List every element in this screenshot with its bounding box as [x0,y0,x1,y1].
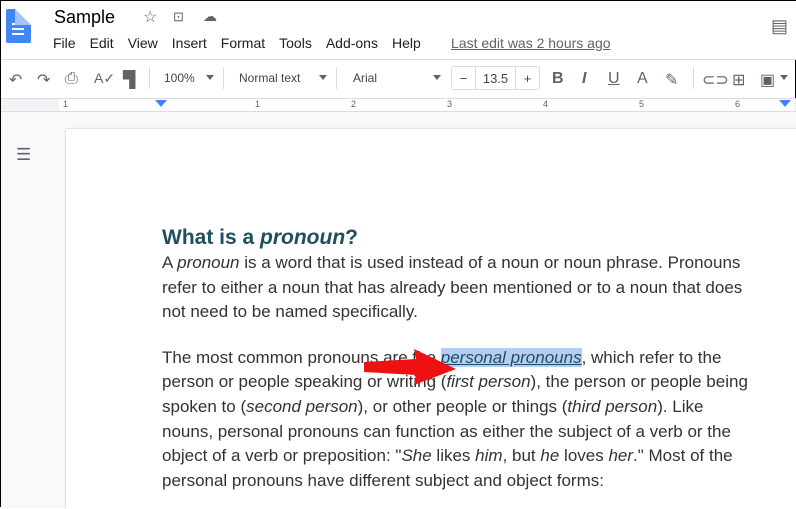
divider [693,67,694,89]
ruler-number: 2 [351,99,357,109]
ruler-number: 1 [63,99,69,109]
text-run: pronoun [177,253,240,272]
menu-help[interactable]: Help [392,35,421,51]
text-run: personal pronouns have different subject… [162,470,604,490]
document-body[interactable]: What is a pronoun? A pronoun is a word t… [162,225,787,493]
text-run: pronoun [260,226,346,249]
highlight-icon[interactable]: ✎ [665,70,678,90]
decrease-font-size-button[interactable]: − [452,67,476,89]
text-run: third person [567,396,658,416]
menu-addons[interactable]: Add-ons [326,35,378,51]
menu-format[interactable]: Format [221,35,265,51]
menu-bar: File Edit View Insert Format Tools Add-o… [53,35,435,51]
text-run: her [608,446,634,466]
text-line: spoken to (second person), or other peop… [162,395,787,420]
ruler-number: 1 [255,99,261,109]
menu-insert[interactable]: Insert [172,35,207,51]
menu-file[interactable]: File [53,35,76,51]
text-line: not need to be named specifically. [162,300,787,325]
redo-icon[interactable]: ↷ [37,70,50,90]
chevron-down-icon [433,75,441,80]
italic-button[interactable]: I [582,70,586,88]
right-indent-marker-icon[interactable] [779,100,791,107]
font-size-input[interactable]: 13.5 [476,67,516,89]
menu-tools[interactable]: Tools [279,35,312,51]
text-run: him [475,446,503,466]
text-run: She [401,446,432,466]
text-line: nouns, personal pronouns can function as… [162,420,787,445]
chevron-down-icon [780,75,788,80]
text-run: ). Like [657,396,704,416]
text-run: , which refer to the [581,347,722,367]
text-line: The most common pronouns are the persona… [162,346,787,371]
text-run: not need to be named specifically. [162,302,418,322]
paint-format-icon[interactable]: ▜ [123,70,135,90]
divider [149,67,150,89]
text-run: nouns, personal pronouns can function as… [162,421,731,441]
ruler-number: 4 [543,99,549,109]
cloud-saved-icon[interactable]: ☁ [203,8,217,25]
document-title[interactable]: Sample [54,7,115,28]
add-comment-icon[interactable]: ⊞ [732,70,745,90]
text-line: person or people speaking or writing (fi… [162,370,787,395]
move-folder-icon[interactable]: ⊡ [173,9,184,25]
text-run: first person [446,372,531,392]
document-heading: What is a pronoun? [162,225,787,251]
text-line: A pronoun is a word that is used instead… [162,251,787,276]
text-run: he [540,446,560,466]
document-outline-icon[interactable]: ☰ [16,145,31,165]
font-size-stepper: − 13.5 + [451,66,540,90]
last-edit-link[interactable]: Last edit was 2 hours ago [451,35,611,51]
font-select[interactable]: Arial [353,71,377,85]
text-run: A [162,253,178,272]
divider [223,67,224,89]
text-run: ? [345,226,358,249]
underline-button[interactable]: U [608,70,620,88]
selected-text: personal pronouns [440,347,582,367]
star-icon[interactable]: ☆ [143,7,157,27]
menu-view[interactable]: View [128,35,158,51]
text-run: likes [431,446,476,466]
comments-icon[interactable]: ▤ [771,16,788,37]
chevron-down-icon [206,75,214,80]
style-select[interactable]: Normal text [239,71,300,85]
link-icon[interactable]: ⊂⊃ [702,70,729,90]
text-line: personal pronouns have different subject… [162,469,787,494]
text-run: spoken to ( [162,396,247,416]
title-bar: Sample ☆ ⊡ ☁ File Edit View Insert Forma… [1,1,796,59]
text-run: is a word that is used instead of a noun… [239,253,741,272]
text-run: second person [246,396,358,416]
docs-logo-icon[interactable] [6,9,31,43]
zoom-select[interactable]: 100% [164,71,195,85]
menu-edit[interactable]: Edit [90,35,114,51]
text-run: ), the person or people being [530,372,748,392]
text-run: object of a verb or preposition: " [162,446,402,466]
text-run: ." Most of the [633,446,733,466]
text-color-button[interactable]: A [637,70,648,88]
ruler-number: 3 [447,99,453,109]
text-run: refer to either a noun that has already … [162,277,743,297]
red-arrow-annotation [364,349,456,385]
increase-font-size-button[interactable]: + [516,67,539,89]
indent-marker-icon[interactable] [155,100,167,107]
ruler-number: 5 [639,99,645,109]
text-line: refer to either a noun that has already … [162,276,787,301]
print-icon[interactable]: ⎙ [65,70,78,88]
text-run: ), or other people or things ( [357,396,568,416]
divider [336,67,337,89]
chevron-down-icon [319,75,327,80]
spellcheck-icon[interactable]: A✓ [94,70,115,87]
ruler-number: 6 [735,99,741,109]
text-line: object of a verb or preposition: "She li… [162,444,787,469]
bold-button[interactable]: B [552,70,564,88]
text-run: , but [502,446,541,466]
text-run: What is a [162,226,261,249]
undo-icon[interactable]: ↶ [9,70,22,90]
ruler[interactable]: 1 1 2 3 4 5 6 [1,98,796,112]
insert-image-icon[interactable]: ▣ [760,70,775,90]
text-run: loves [559,446,609,466]
